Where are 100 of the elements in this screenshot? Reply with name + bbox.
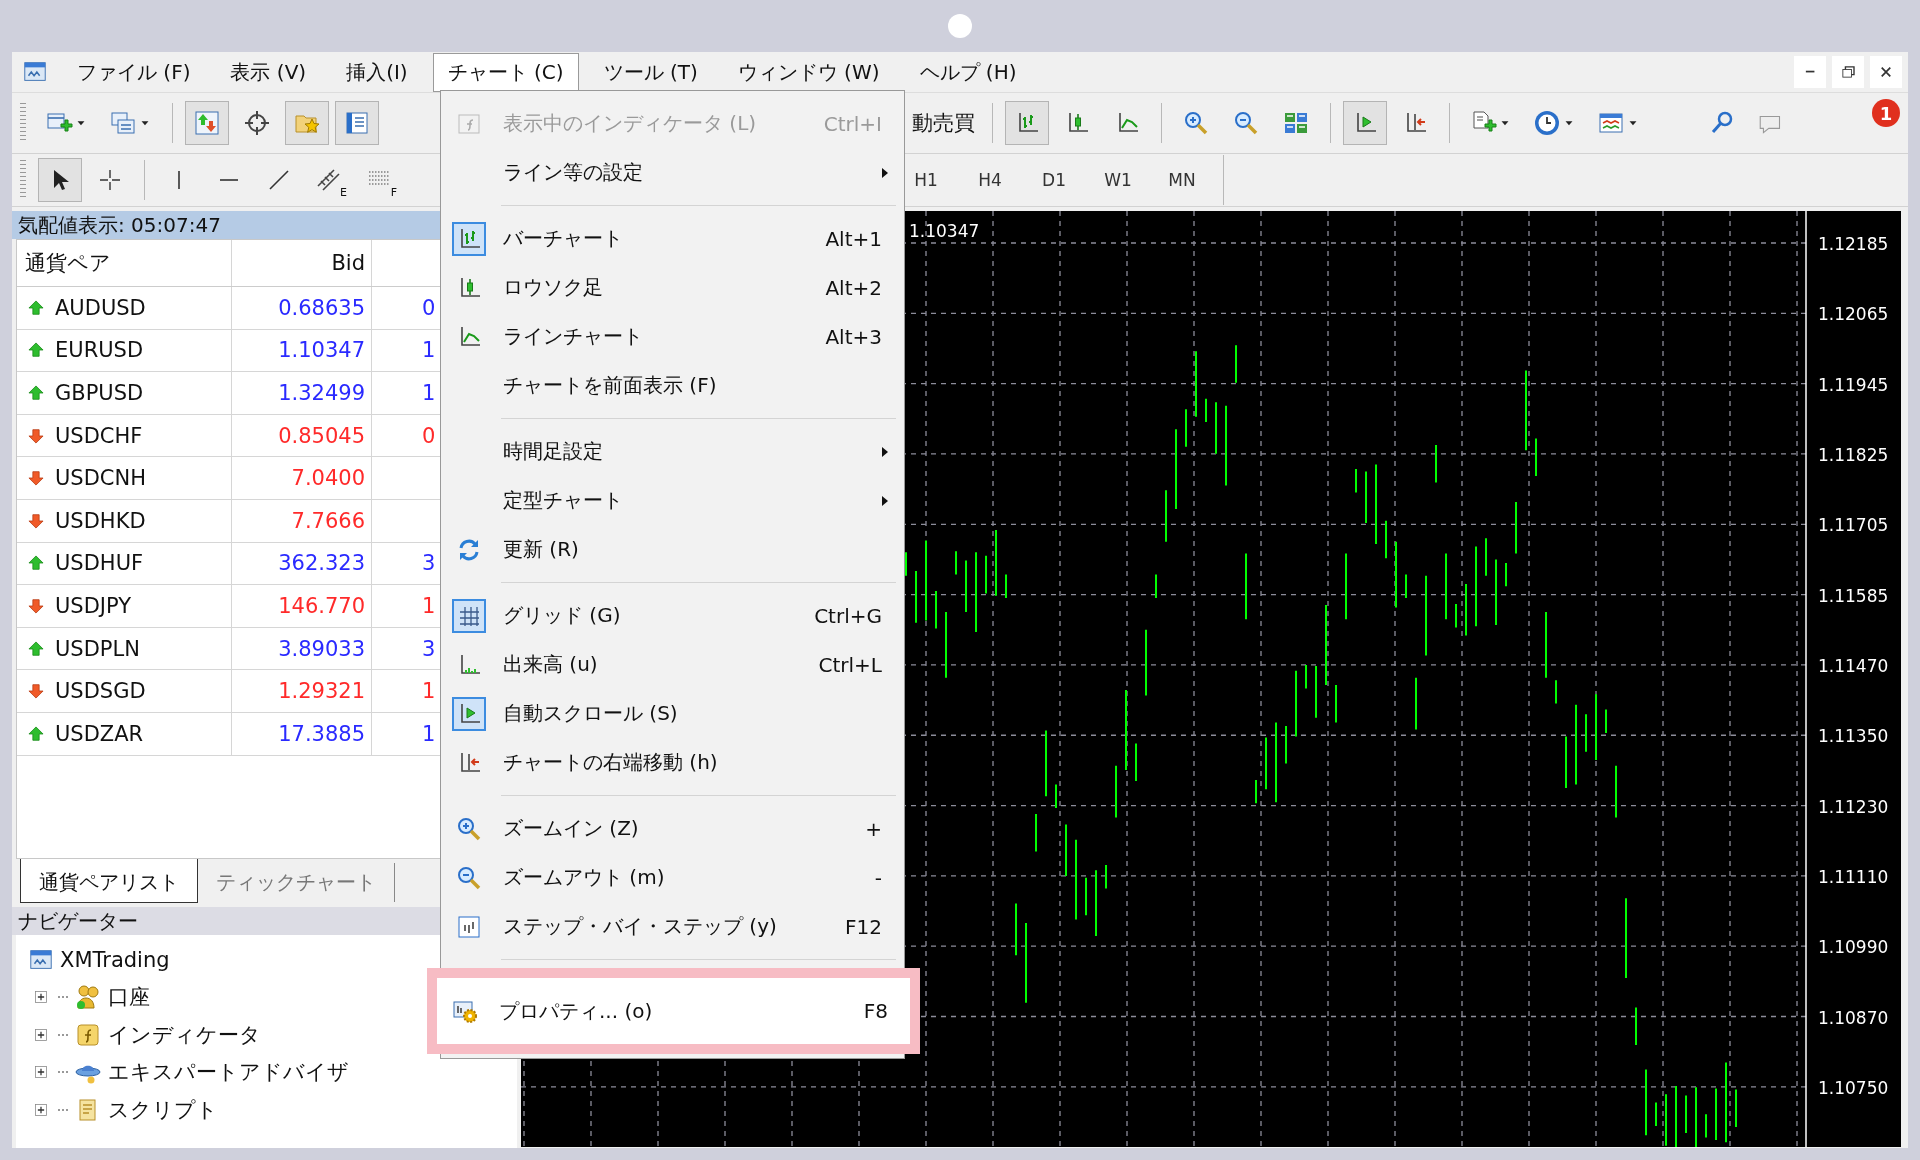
- price-scale-label: 1.10870: [1818, 1007, 1889, 1028]
- table-cell: 1: [422, 381, 436, 405]
- menu-option[interactable]: プロパティ... (o) F8: [427, 968, 920, 1054]
- toolbar-button[interactable]: [185, 101, 229, 145]
- timeframe-button[interactable]: MN: [1153, 169, 1211, 191]
- toolbar-button[interactable]: [335, 101, 379, 145]
- price-scale-label: 1.10750: [1818, 1077, 1889, 1098]
- tree-item[interactable]: エキスパートアドバイザ: [108, 1058, 349, 1087]
- price-scale-label: 1.12065: [1818, 304, 1889, 325]
- symbol-cell: USDJPY: [55, 593, 132, 618]
- menu-option[interactable]: ズームイン (Z) +: [441, 804, 904, 853]
- menu-option[interactable]: 更新 (R): [441, 525, 904, 574]
- close-button[interactable]: [1870, 56, 1902, 88]
- symbol-cell: USDCHF: [55, 423, 143, 448]
- table-cell: 0: [422, 295, 436, 320]
- menu-option[interactable]: ラインチャート Alt+3: [441, 312, 904, 361]
- menu-option[interactable]: チャートを前面表示 (F): [441, 361, 904, 410]
- bid-cell: 3.89033: [278, 636, 365, 661]
- zoom-in-icon: [1182, 109, 1210, 137]
- table-cell: 3: [422, 551, 436, 576]
- bid-cell: 1.32499: [278, 381, 365, 405]
- minimize-icon: [1804, 69, 1816, 75]
- price-label: 1.10347: [909, 221, 980, 241]
- menu-option[interactable]: 定型チャート: [441, 476, 904, 525]
- menu-option[interactable]: ズームアウト (m) -: [441, 853, 904, 902]
- timeframe-button[interactable]: D1: [1025, 169, 1083, 191]
- symbol-cell: USDHUF: [55, 551, 144, 576]
- menu-option[interactable]: 自動スクロール (S): [441, 689, 904, 738]
- price-scale-label: 1.11350: [1818, 726, 1889, 747]
- menu-item[interactable]: チャート (C): [432, 52, 579, 92]
- people-icon: [74, 983, 102, 1012]
- submenu-arrow-icon: [882, 168, 888, 178]
- drawing-tool[interactable]: F: [357, 158, 401, 202]
- table-cell: 3: [422, 636, 436, 661]
- timeframe-button[interactable]: W1: [1089, 169, 1147, 191]
- bid-cell: 362.323: [278, 551, 365, 576]
- price-scale-label: 1.11110: [1818, 866, 1889, 887]
- submenu-arrow-icon: [882, 496, 888, 506]
- tree-item[interactable]: XMTrading: [60, 947, 170, 972]
- menu-option[interactable]: ロウソク足 Alt+2: [441, 263, 904, 312]
- price-scale-label: 1.10990: [1818, 937, 1889, 958]
- table-cell: 1: [422, 721, 436, 746]
- price-scale-label: 1.11705: [1818, 515, 1889, 536]
- up-down-arrows-icon: [193, 109, 221, 137]
- windows-icon: [109, 109, 137, 137]
- bid-cell: 146.770: [278, 593, 365, 618]
- restore-button[interactable]: [1832, 56, 1864, 88]
- menu-item[interactable]: ウィンドウ (W): [722, 52, 895, 92]
- notification-badge: 1: [1872, 99, 1900, 127]
- bid-cell: 7.0400: [291, 466, 365, 491]
- price-scale-label: 1.11945: [1818, 374, 1889, 395]
- symbol-cell: GBPUSD: [55, 381, 144, 405]
- tree-item[interactable]: インディケータ: [108, 1020, 261, 1049]
- tab[interactable]: ティックチャート: [198, 863, 395, 902]
- bid-cell: 0.85045: [278, 423, 365, 448]
- menu-option[interactable]: グリッド (G) Ctrl+G: [441, 591, 904, 640]
- drawing-tool[interactable]: E: [307, 158, 351, 202]
- camera-dot: [948, 14, 972, 38]
- price-scale-label: 1.11230: [1818, 796, 1889, 817]
- table-cell: 1: [422, 593, 436, 618]
- tab[interactable]: 通貨ペアリスト: [20, 859, 198, 903]
- table-cell: 1: [422, 679, 436, 704]
- price-scale-label: 1.11825: [1818, 444, 1889, 465]
- price-scale-label: 1.11585: [1818, 585, 1889, 606]
- symbol-cell: USDZAR: [55, 721, 144, 746]
- menu-item[interactable]: 表示 (V): [215, 52, 322, 92]
- bid-cell: 0.68635: [278, 295, 365, 320]
- menu-item[interactable]: ツール (T): [588, 52, 713, 92]
- timeframe-button[interactable]: H4: [961, 169, 1019, 191]
- price-scale-label: 1.12185: [1818, 234, 1889, 254]
- drawing-tool[interactable]: [38, 158, 82, 202]
- crosshair-icon: [243, 109, 271, 137]
- menu-option[interactable]: 出来高 (u) Ctrl+L: [441, 640, 904, 689]
- bid-cell: 1.29321: [278, 679, 365, 704]
- menu-option[interactable]: チャートの右端移動 (h): [441, 738, 904, 787]
- vertical-line-icon: [176, 170, 182, 190]
- symbol-cell: USDPLN: [55, 636, 140, 661]
- symbol-cell: EURUSD: [55, 338, 144, 363]
- price-scale-label: 1.11470: [1818, 655, 1889, 676]
- table-cell: 1: [422, 338, 436, 363]
- symbol-cell: USDCNH: [55, 466, 147, 491]
- symbol-cell: USDHKD: [55, 508, 146, 533]
- toolbar-button[interactable]: 動売買: [907, 101, 980, 145]
- zoom-out-icon: [1232, 109, 1260, 137]
- horizontal-line-icon: [219, 177, 239, 183]
- menu-item[interactable]: ファイル (F): [62, 52, 206, 92]
- column-header[interactable]: 通貨ペア: [17, 240, 232, 286]
- toolbar-button[interactable]: [1343, 101, 1387, 145]
- menu-item[interactable]: 挿入(I): [331, 52, 423, 92]
- tree-item[interactable]: スクリプト: [108, 1095, 218, 1124]
- bid-cell: 7.7666: [291, 508, 365, 533]
- table-cell: 0: [422, 423, 436, 448]
- bid-cell: 17.3885: [278, 721, 365, 746]
- panel-icon: [343, 109, 371, 137]
- menu-item[interactable]: ヘルプ (H): [904, 52, 1032, 92]
- tree-item[interactable]: 口座: [108, 983, 150, 1012]
- column-header[interactable]: Bid: [232, 240, 372, 286]
- menu-option[interactable]: 時間足設定: [441, 427, 904, 476]
- toolbar-button[interactable]: [1005, 101, 1049, 145]
- clock-icon: [1533, 109, 1561, 137]
